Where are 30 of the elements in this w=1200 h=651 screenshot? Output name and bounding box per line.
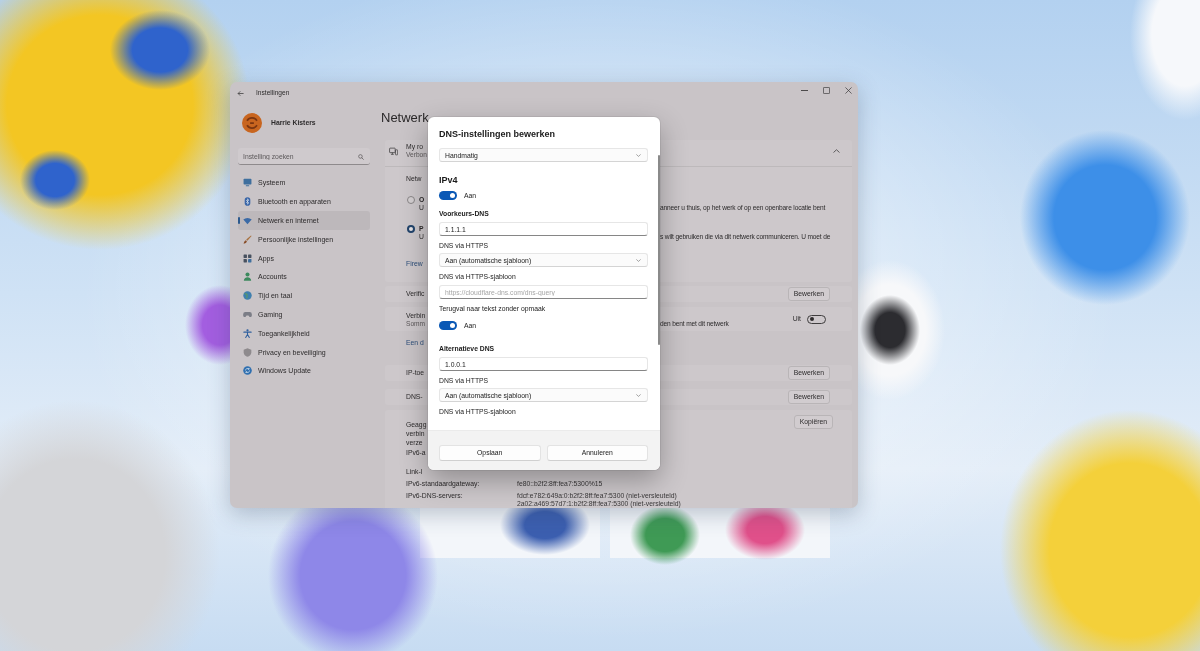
section-heading: IPv4 [439,174,458,186]
close-icon[interactable] [844,86,852,94]
apps-icon [243,253,252,263]
maximize-icon[interactable] [822,86,830,94]
computer-icon [389,146,398,156]
minimize-icon[interactable] [800,89,808,91]
toggle-switch[interactable] [439,190,457,200]
search-icon[interactable] [358,153,364,160]
brush-icon [243,234,252,244]
refresh-icon [243,366,252,376]
chevron-down-icon [636,393,641,397]
bluetooth-icon [243,197,252,207]
accessibility-icon [243,328,252,338]
globe-icon [243,291,252,301]
dialog-title: DNS-instellingen bewerken [439,128,556,141]
shield-icon [243,347,252,357]
chevron-down-icon [636,153,641,157]
person-icon [243,272,252,282]
chevron-up-icon[interactable] [832,149,840,153]
radio-button[interactable] [407,225,415,233]
gamepad-icon [243,310,252,320]
scrollbar[interactable] [657,155,660,345]
avatar-icon[interactable] [242,112,262,133]
toggle-switch[interactable] [439,320,457,330]
page-heading: Netwerk [381,110,429,126]
radio-button[interactable] [407,196,415,204]
chevron-down-icon [636,258,641,262]
back-arrow-icon[interactable] [237,89,244,97]
wifi-icon [243,216,252,226]
monitor-icon [243,178,252,188]
